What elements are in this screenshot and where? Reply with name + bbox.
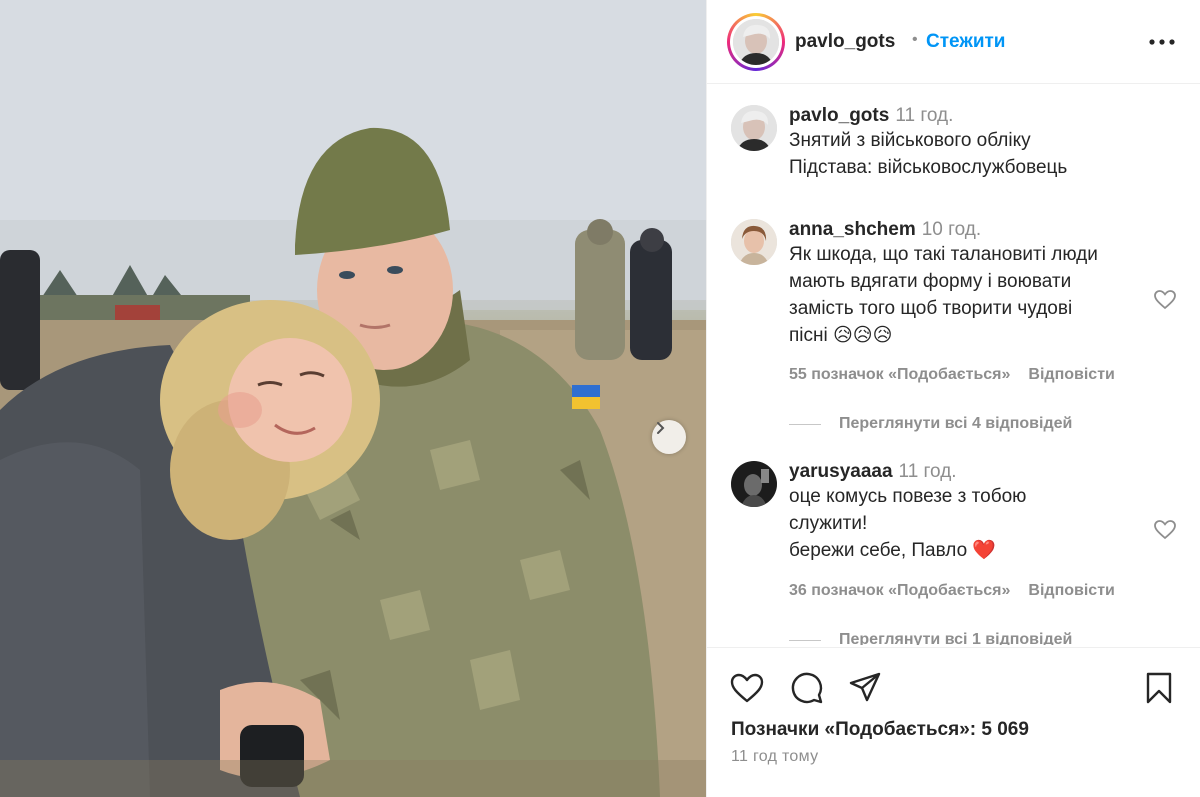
caption-username[interactable]: pavlo_gots (789, 105, 889, 126)
caption-avatar[interactable] (731, 105, 777, 151)
view-replies-button[interactable]: Переглянути всі 1 відповідей (789, 631, 1072, 645)
post-header: pavlo_gots • Стежити (707, 0, 1200, 84)
comment-likes[interactable]: 36 позначок «Подобається» (789, 582, 1010, 600)
reply-button[interactable]: Відповісти (1028, 366, 1114, 384)
photo-illustration (0, 0, 706, 797)
comment-likes[interactable]: 55 позначок «Подобається» (789, 366, 1010, 384)
view-replies-label: Переглянути всі 4 відповідей (839, 415, 1073, 432)
follow-button[interactable]: Стежити (926, 31, 1005, 53)
replies-divider (789, 639, 821, 641)
comment-line: мають вдягати форму і воювати (789, 271, 1072, 292)
post-timestamp[interactable]: 11 год тому (731, 748, 818, 766)
comment-icon[interactable] (789, 670, 825, 706)
comment-time[interactable]: 11 год. (899, 461, 957, 482)
comment-username[interactable]: yarusyaaaa (789, 461, 893, 482)
post-panel: pavlo_gots • Стежити pavlo_gots 11 год. З… (706, 0, 1200, 797)
heart-icon[interactable] (1153, 288, 1177, 312)
caption-time[interactable]: 11 год. (895, 105, 953, 126)
comment-avatar[interactable] (731, 219, 777, 265)
separator-dot: • (912, 31, 918, 48)
reply-button[interactable]: Відповісти (1028, 582, 1114, 600)
caption-line: Знятий з військового обліку (789, 130, 1031, 151)
comments-list[interactable]: pavlo_gots 11 год. Знятий з військового о… (707, 85, 1200, 645)
next-photo-button[interactable] (652, 420, 686, 454)
comment-line: замість того щоб творити чудові (789, 298, 1073, 319)
comment-avatar[interactable] (731, 461, 777, 507)
replies-divider (789, 423, 821, 425)
heart-icon[interactable] (729, 670, 765, 706)
comment: anna_shchem 10 год. Як шкода, що такі тал… (789, 219, 1149, 349)
comment-meta: 55 позначок «Подобається» Відповісти (789, 366, 1115, 384)
comment-line: Як шкода, що такі талановиті люди (789, 244, 1098, 265)
comment-line: оце комусь повезе з тобою (789, 486, 1027, 507)
more-icon[interactable] (1147, 30, 1177, 54)
caption: pavlo_gots 11 год. Знятий з військового о… (789, 105, 1149, 181)
share-icon[interactable] (847, 670, 883, 706)
comment: yarusyaaaa 11 год. оце комусь повезе з то… (789, 461, 1149, 564)
view-replies-label: Переглянути всі 1 відповідей (839, 631, 1073, 645)
avatar (733, 19, 779, 65)
comment-meta: 36 позначок «Подобається» Відповісти (789, 582, 1115, 600)
caption-line: Підстава: військовослужбовець (789, 157, 1068, 178)
view-replies-button[interactable]: Переглянути всі 4 відповідей (789, 415, 1072, 433)
comment-line: бережи себе, Павло ❤️ (789, 540, 997, 561)
comment-line: пісні 😥😥😥 (789, 325, 893, 346)
comment-time[interactable]: 10 год. (922, 219, 981, 240)
bookmark-icon[interactable] (1141, 670, 1177, 706)
author-avatar-ring[interactable] (727, 13, 785, 71)
likes-count[interactable]: Позначки «Подобається»: 5 069 (731, 719, 1029, 741)
comment-username[interactable]: anna_shchem (789, 219, 916, 240)
author-username[interactable]: pavlo_gots (795, 31, 895, 53)
comment-line: служити! (789, 513, 868, 534)
post-photo (0, 0, 706, 797)
post-actions: Позначки «Подобається»: 5 069 11 год том… (707, 647, 1200, 797)
heart-icon[interactable] (1153, 518, 1177, 542)
